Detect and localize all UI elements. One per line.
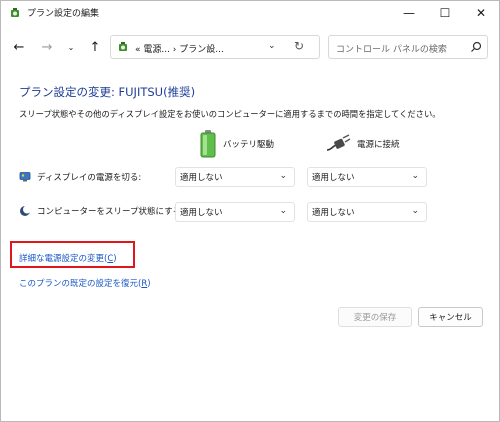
- display-off-label: ディスプレイの電源を切る:: [37, 173, 142, 183]
- page-title: プラン設定の変更: FUJITSU(推奨): [19, 85, 196, 99]
- sleep-label: コンピューターをスリープ状態にする:: [37, 207, 184, 217]
- up-button[interactable]: ↑: [85, 38, 105, 56]
- maximize-button[interactable]: ☐: [425, 1, 465, 25]
- window-title: プラン設定の編集: [27, 9, 100, 19]
- select-value: 適用しない: [312, 208, 355, 218]
- chevron-down-icon: ⌄: [279, 206, 287, 216]
- select-value: 適用しない: [312, 173, 355, 183]
- battery-icon: [200, 130, 216, 158]
- battery-column-label: バッテリ駆動: [223, 140, 275, 150]
- power-options-icon: [11, 8, 19, 17]
- chevron-down-icon: ⌄: [279, 171, 287, 181]
- arrow-left-icon: ←: [13, 39, 25, 55]
- address-bar[interactable]: « 電源... › プラン設... ⌄ ↻: [110, 35, 320, 59]
- chevron-down-icon: ⌄: [67, 42, 75, 52]
- power-plug-icon: [326, 134, 351, 151]
- chevron-down-icon: ⌄: [411, 206, 419, 216]
- save-changes-button[interactable]: 変更の保存: [338, 307, 412, 327]
- link-text: 詳細な電源設定の変更(: [19, 254, 108, 264]
- page-description: スリープ状態やその他のディスプレイ設定をお使いのコンピューターに適用するまでの時…: [19, 109, 441, 119]
- plugged-in-column-header: 電源に接続: [325, 129, 400, 159]
- forward-button[interactable]: →: [37, 38, 57, 56]
- advanced-power-settings-link[interactable]: 詳細な電源設定の変更(C): [19, 252, 117, 264]
- sleep-plugged-select[interactable]: 適用しない ⌄: [307, 202, 427, 222]
- title-bar: プラン設定の編集 — ☐ ✕: [1, 1, 499, 25]
- recent-locations-button[interactable]: ⌄: [61, 38, 81, 56]
- display-off-battery-select[interactable]: 適用しない ⌄: [175, 167, 295, 187]
- address-path: « 電源... › プラン設...: [135, 45, 224, 55]
- minimize-button[interactable]: —: [389, 1, 429, 25]
- display-off-setting: ディスプレイの電源を切る:: [19, 170, 141, 184]
- navigation-bar: ← → ⌄ ↑ « 電源... › プラン設... ⌄ ↻ コントロール パネル…: [1, 29, 499, 65]
- close-icon: ✕: [475, 6, 487, 20]
- arrow-right-icon: →: [41, 39, 53, 55]
- search-placeholder: コントロール パネルの検索: [336, 45, 447, 55]
- search-input[interactable]: コントロール パネルの検索: [328, 35, 488, 59]
- sleep-setting: コンピューターをスリープ状態にする:: [19, 204, 184, 218]
- close-button[interactable]: ✕: [461, 1, 500, 25]
- display-off-plugged-select[interactable]: 適用しない ⌄: [307, 167, 427, 187]
- link-text-end: ): [147, 279, 151, 289]
- link-text-end: ): [113, 254, 117, 264]
- chevron-down-icon: ⌄: [411, 171, 419, 181]
- power-options-icon: [119, 42, 127, 51]
- chevron-down-icon[interactable]: ⌄: [268, 41, 276, 51]
- maximize-icon: ☐: [439, 6, 451, 20]
- refresh-icon[interactable]: ↻: [294, 39, 304, 53]
- battery-column-header: バッテリ駆動: [199, 129, 274, 159]
- plugged-in-column-label: 電源に接続: [357, 140, 400, 150]
- select-value: 適用しない: [180, 208, 223, 218]
- link-text: このプランの既定の設定を復元(: [19, 279, 142, 289]
- arrow-up-icon: ↑: [89, 39, 101, 55]
- edit-plan-settings-window: プラン設定の編集 — ☐ ✕ ← → ⌄ ↑ « 電源... › プラン設...…: [0, 0, 500, 422]
- minimize-icon: —: [403, 6, 415, 20]
- sleep-battery-select[interactable]: 適用しない ⌄: [175, 202, 295, 222]
- monitor-icon: [19, 172, 31, 182]
- select-value: 適用しない: [180, 173, 223, 183]
- restore-defaults-link[interactable]: このプランの既定の設定を復元(R): [19, 277, 151, 289]
- cancel-button[interactable]: キャンセル: [418, 307, 483, 327]
- back-button[interactable]: ←: [9, 38, 29, 56]
- search-icon: [471, 41, 482, 52]
- moon-icon: [20, 205, 31, 216]
